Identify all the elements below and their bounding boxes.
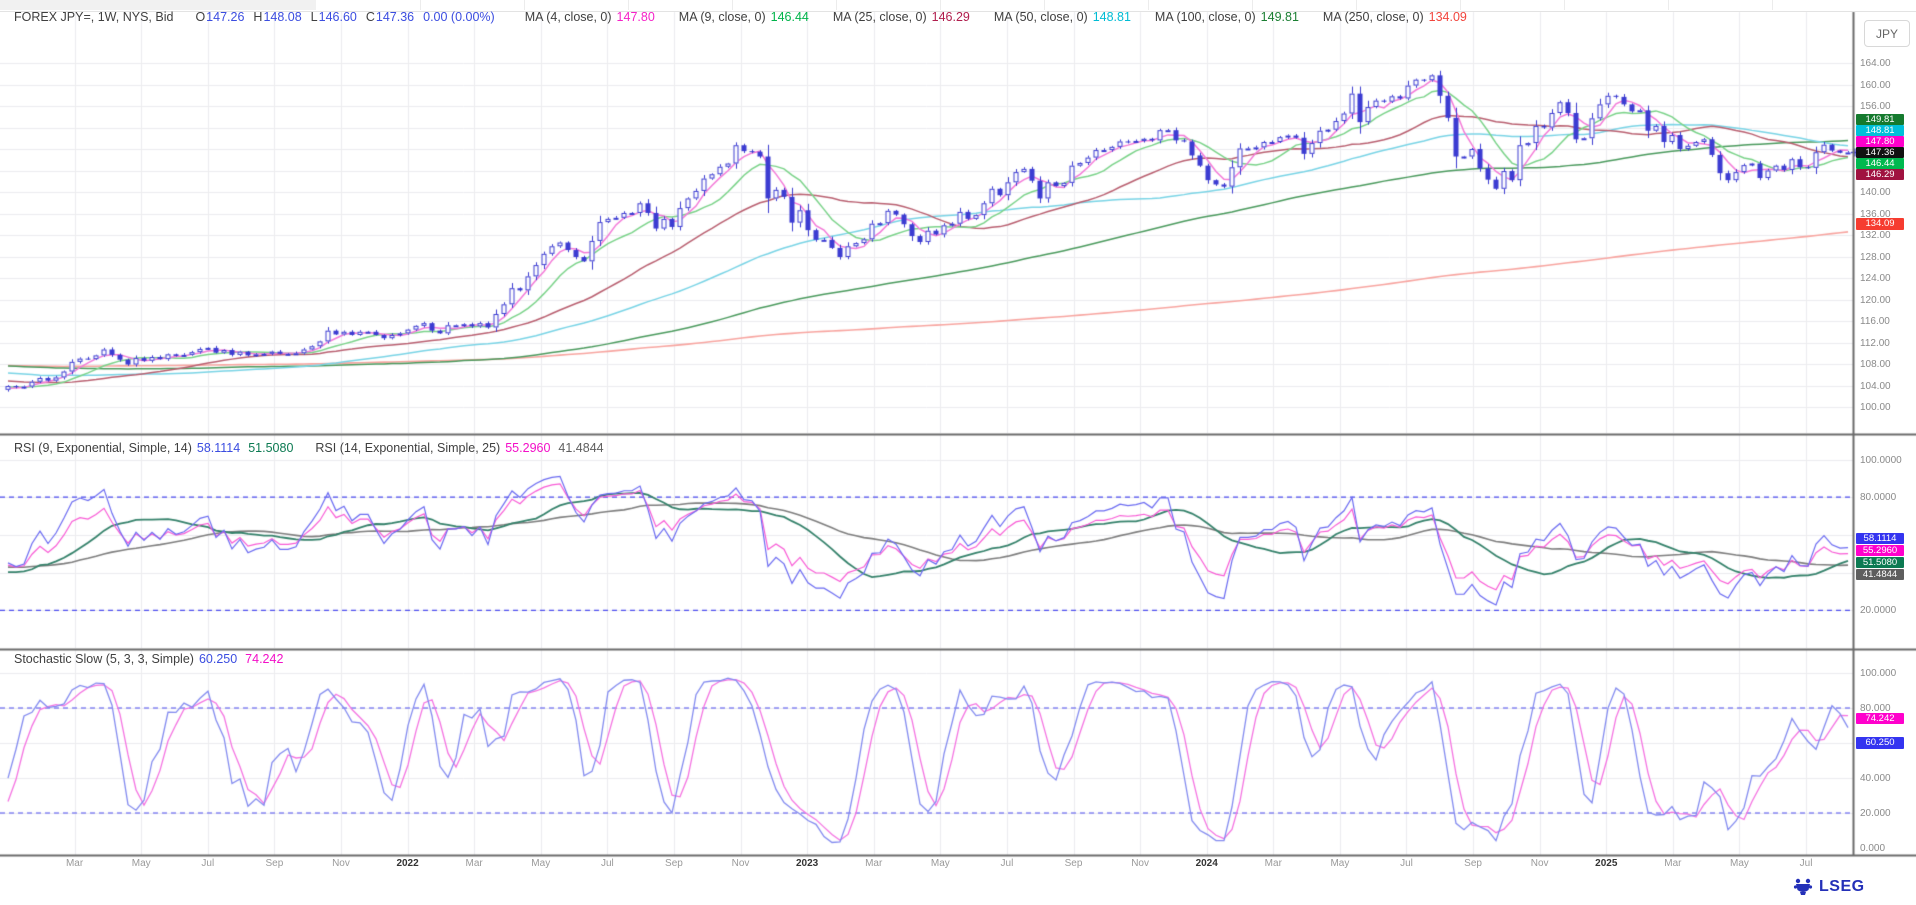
lseg-crest-icon (1792, 877, 1814, 897)
window-top-strip (0, 0, 1916, 12)
lseg-logo-text: LSEG (1819, 878, 1865, 896)
lseg-logo: LSEG (1792, 877, 1865, 897)
chart-application: FOREX JPY=, 1W, NYS, Bid O147.26H148.08L… (0, 0, 1916, 905)
chart-canvas[interactable] (0, 0, 1916, 905)
currency-axis-button[interactable]: JPY (1864, 20, 1910, 47)
